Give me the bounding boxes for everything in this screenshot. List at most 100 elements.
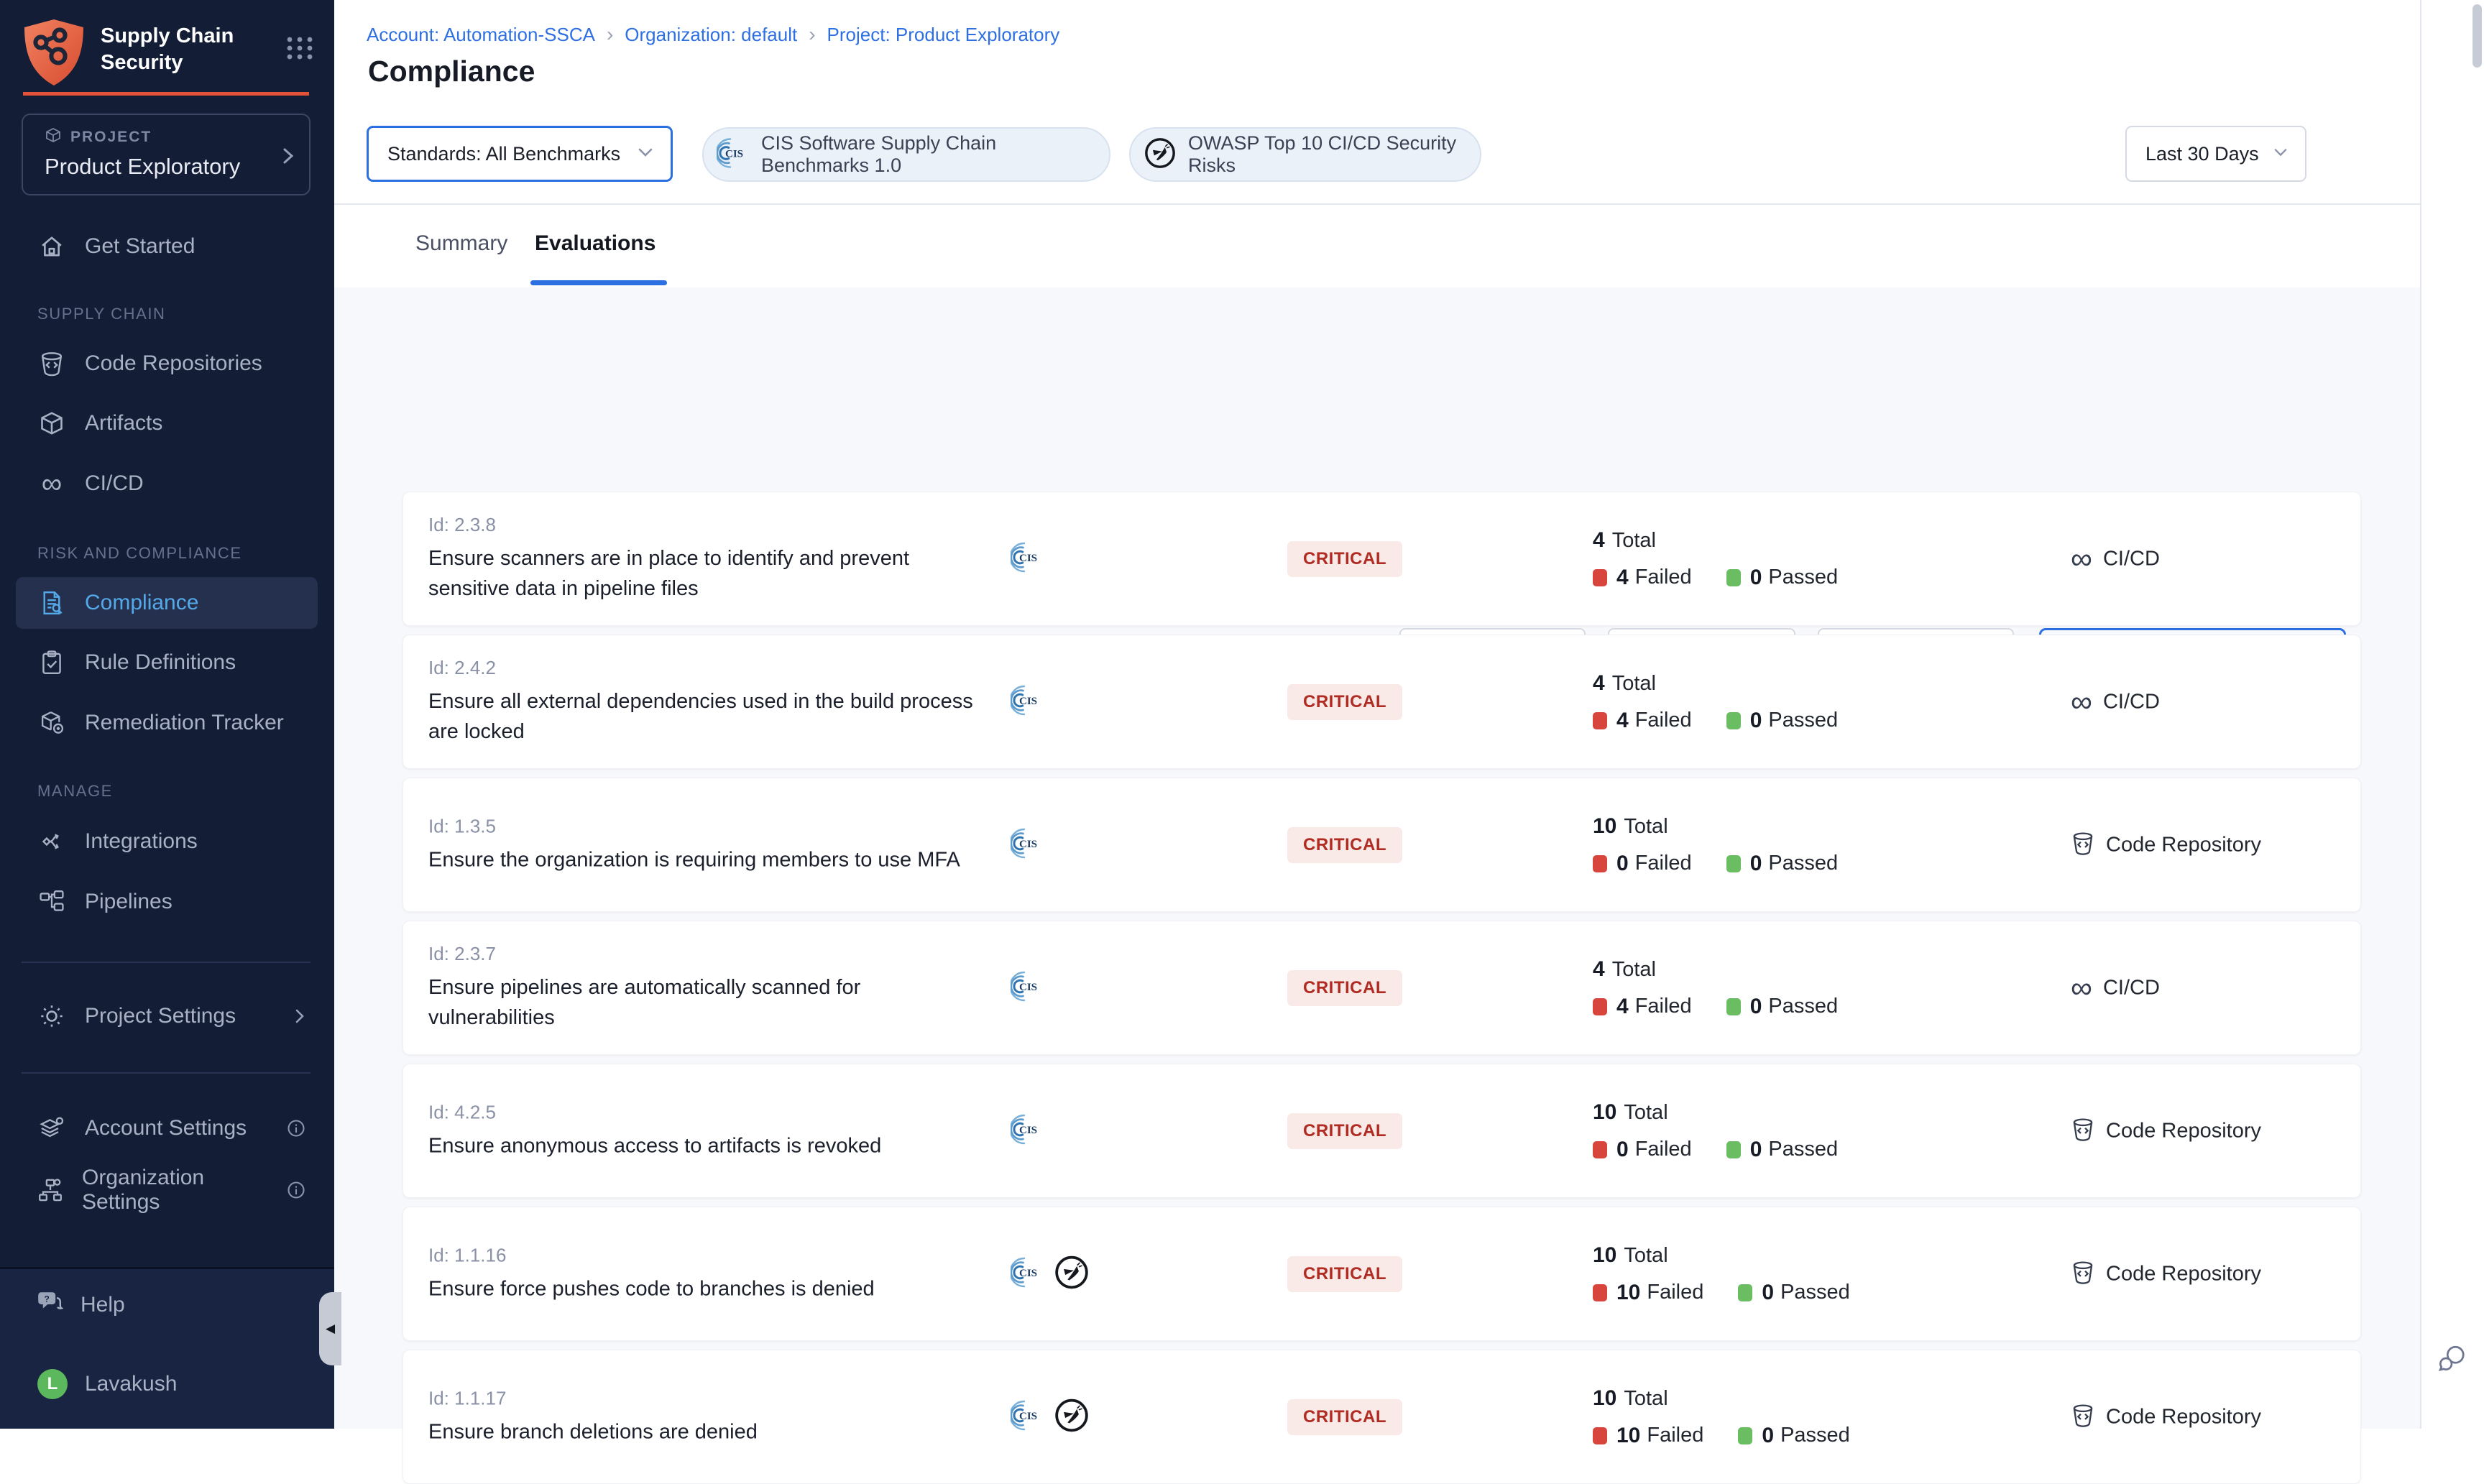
cis-standard-icon: CIS xyxy=(1011,826,1044,863)
sidebar-item-code-repositories[interactable]: Code Repositories xyxy=(16,338,318,390)
tab-evaluations[interactable]: Evaluations xyxy=(535,231,656,256)
rule-id: Id: 2.3.7 xyxy=(428,943,982,965)
passed-swatch xyxy=(1726,712,1741,729)
standard-chip-owasp[interactable]: OWASP Top 10 CI/CD Security Risks xyxy=(1129,127,1481,182)
header-divider xyxy=(334,203,2420,205)
applicable-on-cell: Code Repository xyxy=(2071,1260,2261,1288)
project-cube-icon xyxy=(45,126,62,148)
user-avatar: L xyxy=(37,1369,68,1399)
date-range-dropdown[interactable]: Last 30 Days xyxy=(2125,126,2306,182)
apps-grid-icon[interactable] xyxy=(285,17,315,67)
sidebar-footer: ? Help L Lavakush xyxy=(0,1267,334,1429)
cicd-infinity-icon: ∞ xyxy=(2071,691,2092,713)
section-manage: MANAGE xyxy=(37,782,113,801)
code-repository-icon xyxy=(37,351,66,377)
passed-swatch xyxy=(1726,855,1741,872)
table-row[interactable]: Id: 4.2.5 Ensure anonymous access to art… xyxy=(402,1064,2361,1198)
sidebar-item-label: Integrations xyxy=(85,829,198,854)
cicd-infinity-icon: ∞ xyxy=(2071,977,2092,999)
standards-cell: CIS xyxy=(1011,1254,1090,1294)
breadcrumb-account-link[interactable]: Account: Automation-SSCA xyxy=(367,24,595,46)
standards-filter-dropdown[interactable]: Standards: All Benchmarks xyxy=(367,126,673,182)
table-row[interactable]: Id: 2.3.7 Ensure pipelines are automatic… xyxy=(402,921,2361,1055)
applicable-on-cell: Code Repository xyxy=(2071,831,2261,859)
passed-swatch xyxy=(1726,1141,1741,1158)
sidebar-item-pipelines[interactable]: Pipelines xyxy=(16,876,318,928)
table-row[interactable]: Id: 1.3.5 Ensure the organization is req… xyxy=(402,778,2361,912)
user-name: Lavakush xyxy=(85,1372,177,1396)
table-row[interactable]: Id: 1.1.17 Ensure branch deletions are d… xyxy=(402,1350,2361,1484)
sidebar-item-account-settings[interactable]: Account Settings xyxy=(16,1102,318,1154)
sidebar-item-get-started[interactable]: Get Started xyxy=(16,221,318,272)
evaluations-cell: 4Total 4Failed 0Passed xyxy=(1593,957,1838,1019)
evaluations-cell: 4Total 4Failed 0Passed xyxy=(1593,528,1838,590)
standards-cell: CIS xyxy=(1011,1112,1044,1149)
sidebar-item-label: Code Repositories xyxy=(85,351,262,376)
sidebar-item-project-settings[interactable]: Project Settings xyxy=(16,990,318,1042)
remediation-box-icon xyxy=(37,710,66,736)
failed-swatch xyxy=(1593,569,1607,586)
severity-badge: CRITICAL xyxy=(1287,541,1402,577)
passed-swatch xyxy=(1726,998,1741,1015)
svg-text:CIS: CIS xyxy=(1019,1268,1037,1279)
rule-id: Id: 1.1.17 xyxy=(428,1387,982,1409)
sidebar-divider xyxy=(22,962,310,963)
svg-text:CIS: CIS xyxy=(1019,1125,1037,1136)
code-repository-icon xyxy=(2071,1117,2095,1145)
info-icon[interactable] xyxy=(286,1118,306,1138)
standard-chip-cis[interactable]: CIS CIS Software Supply Chain Benchmarks… xyxy=(702,127,1110,182)
sidebar-item-cicd[interactable]: ∞ CI/CD xyxy=(16,458,318,510)
severity-badge: CRITICAL xyxy=(1287,827,1402,863)
failed-swatch xyxy=(1593,1141,1607,1158)
section-supply-chain: SUPPLY CHAIN xyxy=(37,305,166,323)
sidebar-item-label: Pipelines xyxy=(85,890,172,914)
severity-badge: CRITICAL xyxy=(1287,684,1402,720)
applicable-on-cell: Code Repository xyxy=(2071,1403,2261,1431)
sidebar-item-organization-settings[interactable]: Organization Settings xyxy=(16,1164,318,1216)
code-repository-icon xyxy=(2071,1403,2095,1431)
cicd-infinity-icon: ∞ xyxy=(37,473,66,494)
integrations-icon xyxy=(37,829,66,854)
project-selector[interactable]: PROJECT Product Exploratory xyxy=(22,114,310,195)
scrollbar-thumb[interactable] xyxy=(2472,4,2482,68)
sidebar-item-compliance[interactable]: Compliance xyxy=(16,577,318,629)
sidebar: Supply Chain Security PROJECT Product xyxy=(0,0,334,1429)
table-row[interactable]: Id: 2.4.2 Ensure all external dependenci… xyxy=(402,635,2361,769)
sidebar-item-rule-definitions[interactable]: Rule Definitions xyxy=(16,637,318,688)
applicable-on-cell: Code Repository xyxy=(2071,1117,2261,1145)
rule-id: Id: 1.1.16 xyxy=(428,1244,982,1266)
rule-name: Ensure force pushes code to branches is … xyxy=(428,1273,975,1304)
help-button[interactable]: ? Help xyxy=(16,1280,318,1330)
sidebar-item-remediation-tracker[interactable]: Remediation Tracker xyxy=(16,697,318,749)
severity-badge: CRITICAL xyxy=(1287,1256,1402,1292)
tab-summary[interactable]: Summary xyxy=(415,231,507,256)
table-row[interactable]: Id: 2.3.8 Ensure scanners are in place t… xyxy=(402,492,2361,626)
svg-text:?: ? xyxy=(45,1294,50,1304)
cis-standard-icon: CIS xyxy=(1011,969,1044,1006)
rule-name: Ensure all external dependencies used in… xyxy=(428,686,975,747)
chat-bubbles-icon[interactable] xyxy=(2436,1342,2469,1379)
owasp-standard-icon xyxy=(1054,1254,1090,1294)
rule-name: Ensure the organization is requiring mem… xyxy=(428,844,975,875)
chevron-down-icon xyxy=(636,146,655,162)
user-menu[interactable]: L Lavakush xyxy=(16,1359,318,1409)
svg-text:CIS: CIS xyxy=(725,148,743,160)
breadcrumb-separator: › xyxy=(809,23,815,46)
rule-name: Ensure scanners are in place to identify… xyxy=(428,543,975,604)
info-icon[interactable] xyxy=(286,1180,306,1200)
app-logo-shield-icon xyxy=(20,17,88,93)
failed-swatch xyxy=(1593,1427,1607,1444)
table-row[interactable]: Id: 1.1.16 Ensure force pushes code to b… xyxy=(402,1207,2361,1341)
evaluations-panel: Total: 65 Status Severity Applicable On xyxy=(334,287,2420,1429)
sidebar-item-label: Get Started xyxy=(85,234,195,259)
passed-swatch xyxy=(1726,569,1741,586)
breadcrumb-organization-link[interactable]: Organization: default xyxy=(625,24,797,46)
sidebar-item-integrations[interactable]: Integrations xyxy=(16,816,318,867)
clipboard-check-icon xyxy=(37,650,66,676)
cicd-infinity-icon: ∞ xyxy=(2071,548,2092,570)
breadcrumb-project-link[interactable]: Project: Product Exploratory xyxy=(827,24,1060,46)
failed-swatch xyxy=(1593,855,1607,872)
sidebar-collapse-handle[interactable]: ◀ xyxy=(319,1292,341,1365)
applicable-on-cell: ∞ CI/CD xyxy=(2071,547,2160,571)
sidebar-item-artifacts[interactable]: Artifacts xyxy=(16,397,318,449)
